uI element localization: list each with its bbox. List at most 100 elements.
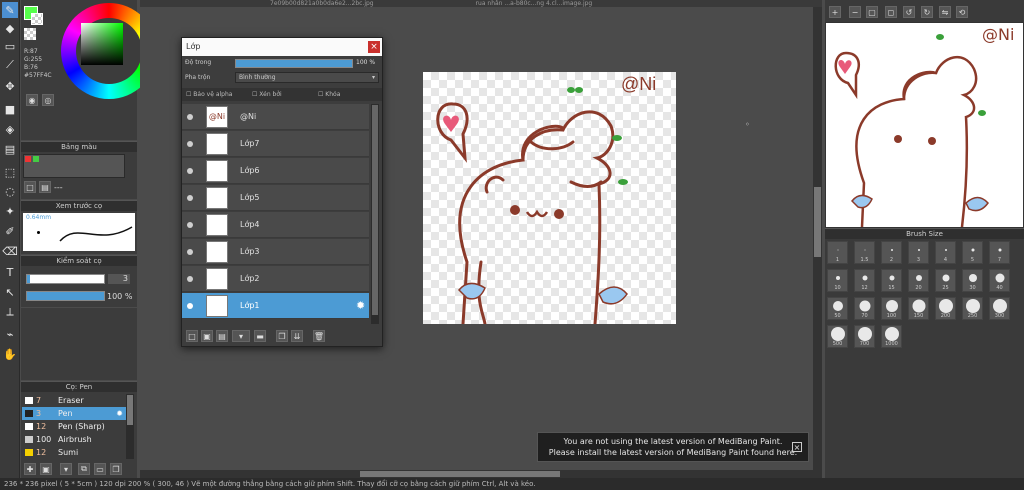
brush-size-value[interactable]: 3 [108,274,130,284]
flip-icon[interactable]: ⇋ [939,6,951,18]
clipping-checkbox[interactable]: ☐ Xén bởi [252,88,282,101]
brush-folder-icon[interactable]: ▣ [40,463,52,475]
brush-menu-icon[interactable]: ▾ [60,463,72,475]
navigator-preview[interactable]: @Ni [825,22,1024,228]
merge-layer-icon[interactable]: ⇊ [291,330,303,342]
brush-tool-icon[interactable]: ✎ [2,2,18,18]
layer-list-scrollbar[interactable] [371,104,379,324]
layer-row[interactable]: Lớp2 [182,266,369,292]
rotate-right-icon[interactable]: ↻ [921,6,933,18]
saturation-value-square[interactable] [81,23,123,65]
move-tool-icon[interactable]: ✥ [2,78,18,94]
new-layer-icon[interactable]: □ [186,330,198,342]
zoom-in-icon[interactable]: + [829,6,841,18]
transparent-swatch[interactable] [24,28,36,40]
canvas-horizontal-scrollbar[interactable] [140,470,822,478]
secondary-color-swatch[interactable] [31,13,43,25]
eyedropper-icon[interactable]: ⌁ [2,326,18,342]
palette-menu-icon[interactable]: ▤ [39,181,51,193]
magic-wand-icon[interactable]: ✦ [2,203,18,219]
layer-settings-gear-icon[interactable]: ✹ [356,299,365,312]
layer-window-titlebar[interactable]: Lớp × [182,38,382,56]
palette-icon[interactable]: ◉ [26,94,38,106]
brush-size-option[interactable]: 3 [908,241,929,264]
drawing-canvas[interactable]: @Ni [423,72,676,324]
close-notification-icon[interactable]: × [792,442,802,452]
brush-size-option[interactable]: 12 [854,269,875,292]
color-settings-icon[interactable]: ◎ [42,94,54,106]
brush-size-option[interactable]: 20 [908,269,929,292]
layer-row-selected[interactable]: Lớp1 ✹ [182,293,369,319]
brush-size-option[interactable]: 700 [854,325,875,348]
layer-row[interactable]: @Ni @Ni [182,104,369,130]
brush-size-option[interactable]: 4 [935,241,956,264]
hand-tool-icon[interactable]: ✋ [2,346,18,362]
layer-folder-icon[interactable]: ▬ [254,330,266,342]
layer-row[interactable]: Lớp3 [182,239,369,265]
brush-size-option[interactable]: 150 [908,297,929,320]
brush-settings-gear-icon[interactable]: ✹ [116,407,123,420]
new-halftone-layer-icon[interactable]: ▣ [201,330,213,342]
palette-swatch-green[interactable] [33,156,39,162]
bucket-tool-icon[interactable]: ◈ [2,121,18,137]
brush-size-option[interactable]: 300 [989,297,1010,320]
brush-size-option[interactable]: 50 [827,297,848,320]
brush-size-option[interactable]: 30 [962,269,983,292]
brush-size-slider[interactable] [26,274,105,284]
eraser-tool-icon[interactable]: ◆ [2,20,18,36]
brush-size-option[interactable]: 2 [881,241,902,264]
operation-tool-icon[interactable]: ↖ [2,284,18,300]
layer-row[interactable]: Lớp6 [182,158,369,184]
select-pen-icon[interactable]: ✐ [2,223,18,239]
layer-window-close-icon[interactable]: × [368,41,380,53]
layer-visibility-icon[interactable] [187,114,193,120]
brush-size-option[interactable]: 5 [962,241,983,264]
brush-item-airbrush[interactable]: 100 Airbrush [22,433,126,446]
brush-copy-icon[interactable]: ⧉ [78,463,90,475]
new-palette-icon[interactable]: □ [24,181,36,193]
brush-size-option[interactable]: 70 [854,297,875,320]
text-tool-icon[interactable]: T [2,264,18,280]
brush-size-option[interactable]: 1 [827,241,848,264]
tab-doc2[interactable]: rua nhân ...a-b80c...ng 4.cl...image.jpg [476,0,593,7]
tab-doc1[interactable]: 7e09b00d821a0b0da6e2...2bc.jpg [270,0,374,7]
blend-mode-select[interactable]: Bình thường ▾ [235,72,379,83]
layer-visibility-icon[interactable] [187,276,193,282]
brush-duplicate-icon[interactable]: ❐ [110,463,122,475]
brush-open-folder-icon[interactable]: ▭ [94,463,106,475]
layer-row[interactable]: Lớp7 [182,131,369,157]
brush-size-option[interactable]: 200 [935,297,956,320]
layer-row[interactable]: Lớp4 [182,212,369,238]
brush-size-option[interactable]: 250 [962,297,983,320]
layer-row[interactable]: Lớp5 [182,185,369,211]
layer-visibility-icon[interactable] [187,195,193,201]
canvas-vertical-scrollbar[interactable] [813,7,822,470]
new-8bit-layer-icon[interactable]: ▤ [216,330,228,342]
brush-size-option[interactable]: 10 [827,269,848,292]
brush-size-option[interactable]: 40 [989,269,1010,292]
protect-alpha-checkbox[interactable]: ☐ Bảo vệ alpha [186,88,232,101]
brush-size-option[interactable]: 15 [881,269,902,292]
brush-item-eraser[interactable]: 7 Eraser [22,394,126,407]
brush-list-scrollbar[interactable] [126,394,134,459]
zoom-out-icon[interactable]: − [849,6,861,18]
duplicate-layer-icon[interactable]: ❐ [276,330,288,342]
lasso-tool-icon[interactable]: ◌ [2,183,18,199]
brush-size-option[interactable]: 7 [989,241,1010,264]
gradient-tool-icon[interactable]: ▤ [2,141,18,157]
reset-view-icon[interactable]: ⟲ [956,6,968,18]
add-layer-menu-icon[interactable]: ▾ [232,330,250,342]
brush-item-sumi[interactable]: 12 Sumi [22,446,126,459]
brush-opacity-slider[interactable] [26,291,105,301]
fill-rect-icon[interactable]: ■ [2,101,18,117]
brush-size-option[interactable]: 1.5 [854,241,875,264]
fit-view-icon[interactable]: ▢ [866,6,878,18]
shape-tool-icon[interactable]: ▭ [2,38,18,54]
divide-tool-icon[interactable]: ⟂ [2,304,18,320]
layer-opacity-slider[interactable] [235,59,353,68]
layer-visibility-icon[interactable] [187,141,193,147]
brush-item-pen[interactable]: 3 Pen ✹ [22,407,126,420]
brush-size-option[interactable]: 500 [827,325,848,348]
rotate-left-icon[interactable]: ↺ [903,6,915,18]
delete-layer-icon[interactable]: 🗑 [313,330,325,342]
